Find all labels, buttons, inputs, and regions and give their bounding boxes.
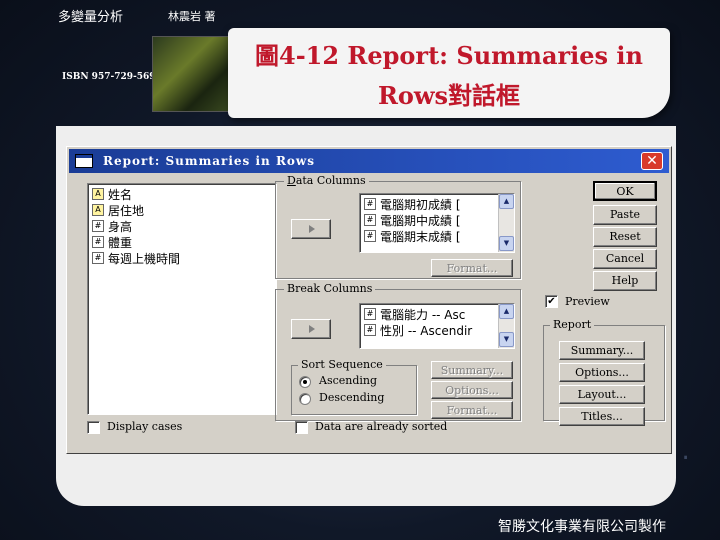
break-columns-label: Break Columns [284, 282, 376, 295]
break-column-item[interactable]: # 電腦能力 -- Asc [360, 306, 514, 322]
report-dialog: Report: Summaries in Rows ✕ A 姓名 A 居住地 # 身高 # 體… [66, 146, 672, 454]
data-column-item[interactable]: # 電腦期末成績 [ [360, 228, 514, 244]
dialog-titlebar[interactable]: Report: Summaries in Rows ✕ [69, 149, 669, 173]
variable-item[interactable]: # 體重 [88, 234, 276, 250]
report-label: Report [550, 318, 595, 331]
footer-credit: 智勝文化事業有限公司製作 [498, 519, 666, 535]
sort-sequence-group: Sort Sequence [291, 358, 417, 415]
reset-button[interactable]: Reset [593, 227, 657, 247]
descending-radio[interactable] [299, 393, 311, 405]
scroll-up-icon[interactable]: ▲ [499, 304, 514, 319]
data-columns-list[interactable]: # 電腦期初成績 [ # 電腦期中成績 [ # 電腦期末成績 [ ▲ ▼ [359, 193, 515, 253]
variable-item[interactable]: A 居住地 [88, 202, 276, 218]
numeric-variable-icon: # [92, 236, 104, 248]
numeric-variable-icon: # [364, 198, 376, 210]
variable-item-label: 體重 [108, 235, 133, 250]
report-options-button[interactable]: Options... [559, 363, 645, 382]
data-column-item-label: 電腦期末成績 [ [380, 229, 461, 244]
isbn-label: ISBN 957-729-569-X [62, 72, 166, 82]
break-format-button[interactable]: Format... [431, 401, 513, 419]
ascending-radio[interactable] [299, 376, 311, 388]
scroll-up-icon[interactable]: ▲ [499, 194, 514, 209]
data-columns-label-text: ata Columns [295, 174, 366, 187]
numeric-variable-icon: # [364, 230, 376, 242]
variable-item[interactable]: # 身高 [88, 218, 276, 234]
display-cases-checkbox[interactable] [87, 421, 100, 434]
window-icon [75, 154, 93, 168]
preview-label: Preview [565, 295, 610, 308]
scroll-down-icon[interactable]: ▼ [499, 236, 514, 251]
string-variable-icon: A [92, 188, 104, 200]
break-summary-button[interactable]: Summary... [431, 361, 513, 379]
variable-item[interactable]: # 每週上機時間 [88, 250, 276, 266]
help-button[interactable]: Help [593, 271, 657, 291]
report-summary-button[interactable]: Summary... [559, 341, 645, 360]
variable-item-label: 姓名 [108, 187, 133, 202]
ok-button[interactable]: OK [593, 181, 657, 201]
move-to-break-columns-button[interactable] [291, 319, 331, 339]
slide-title-card: 圖4-12 Report: Summaries in Rows對話框 [228, 28, 670, 118]
already-sorted-label: Data are already sorted [315, 420, 448, 433]
descending-label: Descending [319, 391, 385, 404]
numeric-variable-icon: # [92, 220, 104, 232]
data-column-item-label: 電腦期中成績 [ [380, 213, 461, 228]
report-layout-button[interactable]: Layout... [559, 385, 645, 404]
ascending-label: Ascending [319, 374, 378, 387]
dialog-title: Report: Summaries in Rows [103, 154, 316, 168]
book-title: 多變量分析 [58, 10, 124, 25]
display-cases-label: Display cases [107, 420, 183, 433]
preview-checkbox[interactable]: ✔ [545, 295, 558, 308]
break-column-item-label: 電腦能力 -- Asc [380, 307, 466, 322]
break-column-item-label: 性別 -- Ascendir [380, 323, 473, 338]
variable-list[interactable]: A 姓名 A 居住地 # 身高 # 體重 # 每週上機時間 [87, 183, 277, 415]
break-columns-scrollbar[interactable]: ▲ ▼ [498, 304, 514, 348]
already-sorted-checkbox[interactable] [295, 421, 308, 434]
scroll-down-icon[interactable]: ▼ [499, 332, 514, 347]
variable-item-label: 身高 [108, 219, 133, 234]
move-to-data-columns-button[interactable] [291, 219, 331, 239]
data-columns-label: Data Columns [284, 174, 369, 187]
decorative-photo [152, 36, 232, 112]
variable-item-label: 每週上機時間 [108, 251, 181, 266]
numeric-variable-icon: # [364, 214, 376, 226]
sort-sequence-label: Sort Sequence [298, 358, 386, 371]
data-format-button[interactable]: Format... [431, 259, 513, 277]
variable-item[interactable]: A 姓名 [88, 186, 276, 202]
paste-button[interactable]: Paste [593, 205, 657, 225]
numeric-variable-icon: # [364, 324, 376, 336]
slide-title-line2: Rows對話框 [377, 81, 521, 110]
slide-title-line1: 圖4-12 Report: Summaries in [255, 41, 643, 70]
data-column-item[interactable]: # 電腦期中成績 [ [360, 212, 514, 228]
data-column-item-label: 電腦期初成績 [ [380, 197, 461, 212]
string-variable-icon: A [92, 204, 104, 216]
numeric-variable-icon: # [92, 252, 104, 264]
cancel-button[interactable]: Cancel [593, 249, 657, 269]
numeric-variable-icon: # [364, 308, 376, 320]
break-columns-list[interactable]: # 電腦能力 -- Asc # 性別 -- Ascendir ▲ ▼ [359, 303, 515, 349]
data-columns-scrollbar[interactable]: ▲ ▼ [498, 194, 514, 252]
slide-title: 圖4-12 Report: Summaries in Rows對話框 [228, 36, 670, 116]
book-author: 林震岩 著 [168, 10, 216, 23]
break-options-button[interactable]: Options... [431, 381, 513, 399]
break-column-item[interactable]: # 性別 -- Ascendir [360, 322, 514, 338]
report-titles-button[interactable]: Titles... [559, 407, 645, 426]
data-column-item[interactable]: # 電腦期初成績 [ [360, 196, 514, 212]
variable-item-label: 居住地 [108, 203, 145, 218]
close-icon[interactable]: ✕ [641, 152, 663, 170]
